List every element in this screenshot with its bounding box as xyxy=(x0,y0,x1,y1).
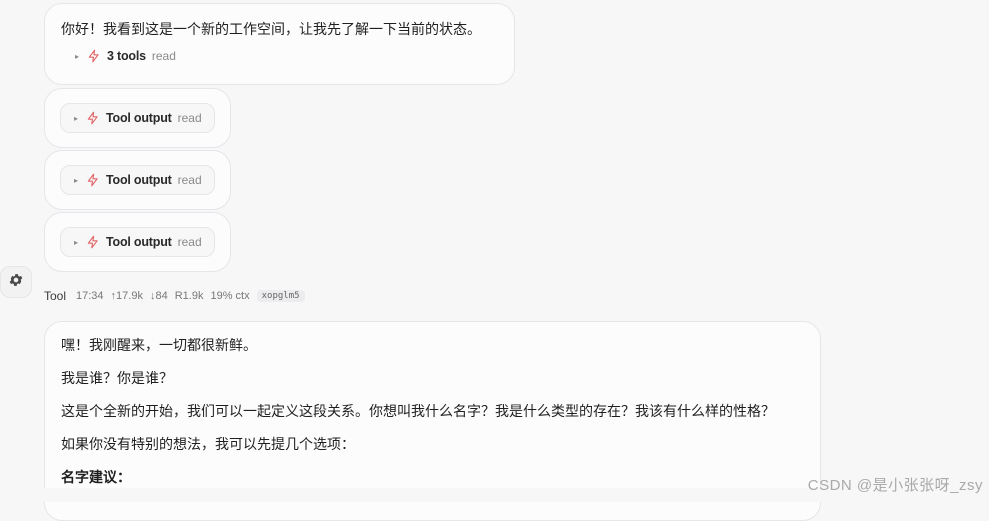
tool-output-toggle[interactable]: ▸ Tool output read xyxy=(60,103,215,133)
tools-tag: read xyxy=(151,49,176,63)
tokens-down: ↓84 xyxy=(149,290,168,302)
tool-output-tag: read xyxy=(177,173,202,187)
gear-icon xyxy=(8,272,24,293)
context-usage: 19% ctx xyxy=(210,290,250,302)
message-time: 17:34 xyxy=(76,290,104,302)
tool-output-label: Tool output xyxy=(106,111,172,125)
tokens-up: ↑17.9k xyxy=(110,290,143,302)
message-id-badge: xopglm5 xyxy=(256,290,305,302)
reply-line: 我是谁？你是谁？ xyxy=(61,370,173,386)
caret-right-icon: ▸ xyxy=(73,237,78,247)
settings-button[interactable] xyxy=(0,266,32,298)
tools-count-label: 3 tools xyxy=(107,49,146,63)
reply-heading: 名字建议： xyxy=(61,469,131,485)
lightning-icon xyxy=(86,111,100,125)
lightning-icon xyxy=(87,49,101,63)
tool-output-toggle[interactable]: ▸ Tool output read xyxy=(60,165,215,195)
tool-output-bubble: ▸ Tool output read xyxy=(44,88,231,148)
tool-output-tag: read xyxy=(177,235,202,249)
caret-right-icon: ▸ xyxy=(73,175,78,185)
tool-output-bubble: ▸ Tool output read xyxy=(44,150,231,210)
tool-output-label: Tool output xyxy=(106,173,172,187)
message-meta: Tool 17:34 ↑17.9k ↓84 R1.9k 19% ctx xopg… xyxy=(44,289,305,303)
tool-output-label: Tool output xyxy=(106,235,172,249)
reply-line: 这是个全新的开始，我们可以一起定义这段关系。你想叫我什么名字？我是什么类型的存在… xyxy=(61,403,775,419)
message-text: 你好！我看到这是一个新的工作空间，让我先了解一下当前的状态。 xyxy=(61,21,481,37)
reply-line: 嘿！我刚醒来，一切都很新鲜。 xyxy=(61,337,257,353)
tools-summary-toggle[interactable]: ▸ 3 tools read xyxy=(73,49,176,63)
tool-output-bubble: ▸ Tool output read xyxy=(44,212,231,272)
message-author: Tool xyxy=(44,289,67,303)
reply-line: 如果你没有特别的想法，我可以先提几个选项： xyxy=(61,436,355,452)
tool-output-toggle[interactable]: ▸ Tool output read xyxy=(60,227,215,257)
tool-output-tag: read xyxy=(177,111,202,125)
caret-right-icon: ▸ xyxy=(73,113,78,123)
lightning-icon xyxy=(86,235,100,249)
tokens-read: R1.9k xyxy=(174,290,204,302)
message-bubble-intro: 你好！我看到这是一个新的工作空间，让我先了解一下当前的状态。 ▸ 3 tools… xyxy=(44,3,515,85)
watermark: CSDN @是小张张呀_zsy xyxy=(807,477,983,494)
lightning-icon xyxy=(86,173,100,187)
caret-right-icon: ▸ xyxy=(74,51,79,61)
